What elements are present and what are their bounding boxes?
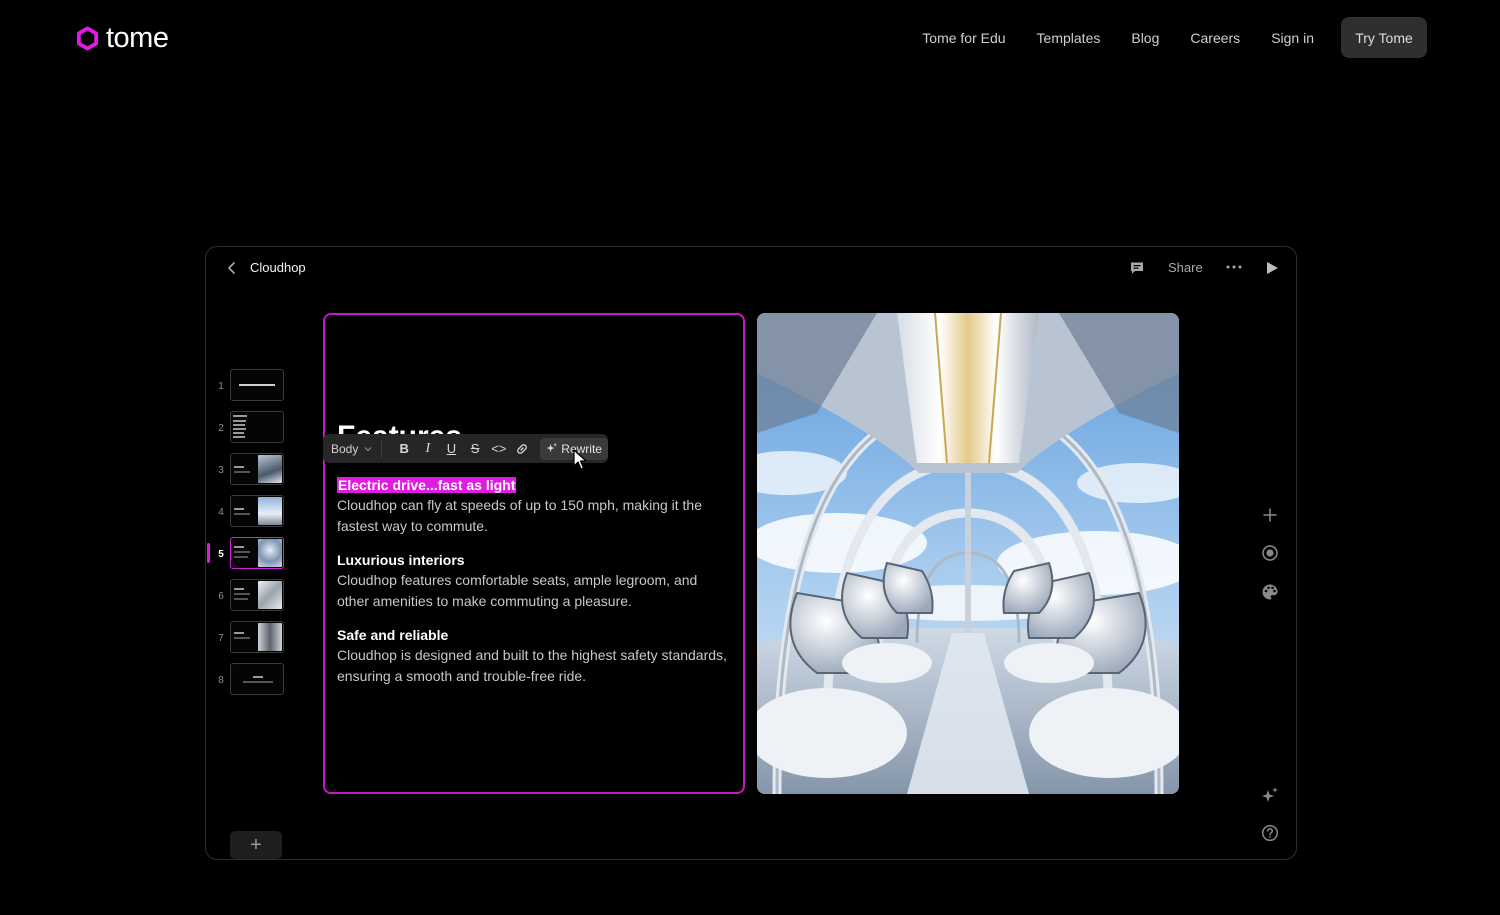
active-page-indicator (207, 543, 210, 563)
thumbnail-preview (230, 663, 284, 695)
tome-logo[interactable]: tome (75, 22, 169, 55)
thumbnail-preview (230, 621, 284, 653)
page-number: 4 (218, 507, 224, 518)
link-icon (517, 443, 528, 454)
page-number: 3 (218, 465, 224, 476)
comment-icon[interactable] (1129, 260, 1145, 276)
feature-block: Luxurious interiors Cloudhop features co… (337, 550, 732, 611)
image-tile[interactable] (757, 313, 1179, 794)
thumbnail-preview (230, 537, 284, 569)
page-number: 2 (218, 423, 224, 434)
page-number: 7 (218, 633, 224, 644)
page-thumbnail-4[interactable]: 4 (206, 494, 296, 536)
page-number: 1 (218, 381, 224, 392)
page-thumbnail-8[interactable]: 8 (206, 662, 296, 704)
plus-icon[interactable] (1261, 506, 1279, 524)
thumbnail-preview (230, 411, 284, 443)
feature-title[interactable]: Luxurious interiors (337, 550, 732, 570)
logo-mark-icon (76, 26, 99, 51)
feature-body[interactable]: Cloudhop can fly at speeds of up to 150 … (337, 495, 732, 536)
page-thumbnail-5[interactable]: 5 (206, 536, 296, 578)
palette-icon[interactable] (1261, 583, 1279, 601)
feature-body[interactable]: Cloudhop features comfortable seats, amp… (337, 570, 732, 611)
code-button[interactable]: <> (487, 437, 511, 461)
nav-link-careers[interactable]: Careers (1190, 30, 1240, 46)
record-icon[interactable] (1261, 544, 1279, 562)
sparkle-icon[interactable] (1261, 786, 1279, 804)
document-title[interactable]: Cloudhop (250, 260, 306, 275)
bold-button[interactable]: B (392, 437, 416, 461)
feature-title[interactable]: Safe and reliable (337, 625, 732, 645)
page-thumbnail-6[interactable]: 6 (206, 578, 296, 620)
nav-link-tome-for-edu[interactable]: Tome for Edu (922, 30, 1005, 46)
toolbar-divider (381, 439, 383, 458)
try-tome-button[interactable]: Try Tome (1341, 17, 1427, 58)
formatting-toolbar: Body B I U S <> Rewrite (323, 434, 608, 463)
strikethrough-button[interactable]: S (463, 437, 487, 461)
pod-interior-image (757, 313, 1179, 794)
page-thumbnail-7[interactable]: 7 (206, 620, 296, 662)
underline-button[interactable]: U (440, 437, 464, 461)
nav-link-templates[interactable]: Templates (1037, 30, 1101, 46)
top-nav: Tome for Edu Templates Blog Careers Sign… (891, 17, 1427, 58)
feature-block: Safe and reliable Cloudhop is designed a… (337, 625, 732, 686)
chevron-down-icon (364, 446, 372, 451)
thumbnail-preview (230, 495, 284, 527)
text-style-value: Body (331, 441, 359, 456)
page-thumbnail-1[interactable]: 1 (206, 368, 296, 410)
text-tile-selected[interactable]: Features Body B I U S <> Rewrite Electri… (323, 313, 745, 794)
feature-title-highlighted[interactable]: Electric drive...fast as light (337, 475, 732, 495)
help-icon[interactable] (1261, 824, 1279, 842)
mouse-cursor-icon (573, 449, 587, 470)
feature-block: Electric drive...fast as light Cloudhop … (337, 475, 732, 536)
text-blocks: Electric drive...fast as light Cloudhop … (337, 475, 732, 700)
italic-button[interactable]: I (416, 437, 440, 461)
editor-topbar: Cloudhop Share (206, 247, 1296, 289)
nav-link-blog[interactable]: Blog (1131, 30, 1159, 46)
logo-wordmark: tome (106, 22, 169, 54)
thumbnail-preview (230, 453, 284, 485)
share-button[interactable]: Share (1168, 260, 1203, 275)
page-number: 6 (218, 591, 224, 602)
back-chevron-icon[interactable] (225, 260, 239, 276)
nav-link-sign-in[interactable]: Sign in (1271, 30, 1314, 46)
sparkle-icon (546, 443, 558, 453)
thumbnail-preview (230, 579, 284, 611)
page-thumbnails: 1 2 3 4 5 6 7 8 + (206, 368, 296, 859)
page-number: 8 (218, 675, 224, 686)
add-page-button[interactable]: + (230, 831, 282, 859)
play-icon[interactable] (1264, 260, 1280, 276)
text-style-dropdown[interactable]: Body (331, 442, 372, 456)
feature-body[interactable]: Cloudhop is designed and built to the hi… (337, 645, 732, 686)
link-button[interactable] (511, 437, 535, 461)
page-thumbnail-2[interactable]: 2 (206, 410, 296, 452)
page-number: 5 (218, 549, 224, 560)
more-options-icon[interactable] (1225, 259, 1243, 275)
page-thumbnail-3[interactable]: 3 (206, 452, 296, 494)
editor-preview-frame: Cloudhop Share 1 2 3 4 5 6 7 8 + Feature… (205, 246, 1297, 860)
thumbnail-preview (230, 369, 284, 401)
